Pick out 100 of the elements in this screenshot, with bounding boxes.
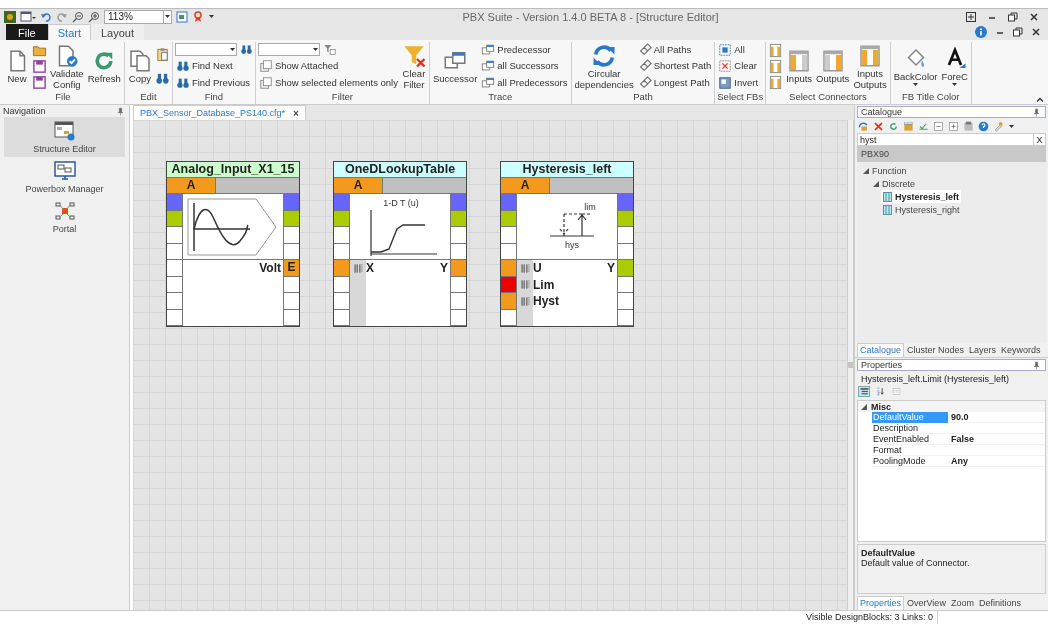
ribbon-button[interactable]: Successor	[431, 49, 479, 84]
expand-all-icon[interactable]	[948, 120, 959, 132]
redo-icon[interactable]	[56, 10, 68, 23]
printer-icon[interactable]	[963, 120, 974, 132]
ribbon-button[interactable]: Clear	[717, 59, 760, 74]
grip-icon[interactable]	[519, 279, 531, 291]
pin-icon[interactable]	[1032, 107, 1041, 117]
connector-port[interactable]	[334, 227, 350, 244]
categorized-icon[interactable]	[858, 385, 870, 397]
ribbon-button[interactable]: Outputs	[815, 49, 851, 84]
ribbon-button[interactable]: Find Previous	[174, 75, 253, 90]
pin-icon[interactable]	[116, 106, 125, 116]
clipboard-icon[interactable]	[154, 46, 170, 62]
property-value[interactable]: 90.0	[948, 412, 1045, 423]
restore-icon[interactable]	[1008, 11, 1018, 22]
panel-tab[interactable]: Properties	[857, 596, 905, 610]
ribbon-button[interactable]: all Successors	[480, 59, 569, 74]
binoculars-icon[interactable]	[239, 43, 253, 57]
zoom-out-icon[interactable]	[72, 10, 84, 23]
ribbon-button[interactable]: Circular dependencies	[573, 43, 635, 90]
expanded-arrow-icon[interactable]	[863, 167, 869, 174]
property-value[interactable]: Any	[948, 456, 1045, 467]
property-name[interactable]: Description	[872, 423, 948, 434]
ribbon-award-icon[interactable]	[192, 10, 204, 23]
nav-item[interactable]: Powerbox Manager	[4, 157, 125, 197]
panel-tab[interactable]: Cluster Nodes	[905, 344, 967, 357]
close-icon[interactable]	[1030, 12, 1038, 21]
ribbon-tab[interactable]: Layout	[90, 24, 144, 40]
connector-port[interactable]	[501, 227, 517, 244]
ribbon-button[interactable]: Invert	[717, 75, 760, 90]
grip-icon[interactable]	[352, 262, 364, 274]
ribbon-button[interactable]: Predecessor	[480, 43, 569, 58]
tree-item[interactable]: Function	[861, 164, 909, 177]
splitter-handle[interactable]	[847, 120, 854, 610]
layout-icon[interactable]	[966, 11, 976, 22]
ribbon-button[interactable]: Validate Config	[49, 43, 85, 90]
nav-item[interactable]: Structure Editor	[4, 117, 125, 157]
ribbon-button[interactable]: all Predecessors	[480, 75, 569, 90]
refresh-icon[interactable]	[888, 120, 899, 132]
ribbon-button[interactable]: Find Next	[174, 59, 253, 73]
ribbon-button[interactable]: Longest Path	[636, 75, 713, 90]
nav-item[interactable]: Portal	[4, 197, 125, 237]
function-block[interactable]: Hysteresis_left A lim hys U Y Lim Hyst	[500, 161, 634, 327]
ribbon-button[interactable]: Inputs Outputs	[852, 43, 888, 90]
search-field[interactable]: hyst X	[857, 133, 1046, 146]
sort-alphabetical-icon[interactable]	[874, 385, 886, 397]
ribbon-button[interactable]: BackColor	[892, 46, 939, 87]
ribbon-button[interactable]: Shortest Path	[636, 59, 713, 74]
function-block[interactable]: OneDLookupTable A 1-D T (u) X Y	[333, 161, 467, 327]
function-block[interactable]: Analog_Input_X1_15 A Volt E	[166, 161, 300, 327]
clear-search-button[interactable]: X	[1033, 134, 1045, 145]
ribbon-button[interactable]: New	[4, 49, 30, 84]
ribbon-button[interactable]: Inputs	[785, 49, 814, 84]
ribbon-button[interactable]: ForeC	[940, 46, 969, 87]
window-menu-icon[interactable]	[20, 10, 36, 23]
delete-icon[interactable]	[873, 120, 884, 132]
connector-port[interactable]	[450, 293, 466, 310]
pin-icon[interactable]	[1032, 360, 1041, 370]
info-icon[interactable]	[975, 26, 987, 38]
connector-port[interactable]	[617, 260, 633, 277]
panel-tab[interactable]: Definitions	[976, 597, 1023, 610]
property-value[interactable]: False	[948, 434, 1045, 445]
tree-item[interactable]: Hysteresis_right	[881, 203, 962, 216]
property-name[interactable]: PoolingMode	[872, 456, 948, 467]
connector-port[interactable]	[167, 260, 183, 277]
connector-icon[interactable]	[768, 42, 784, 58]
ribbon-button[interactable]: Refresh	[86, 49, 122, 84]
grip-icon[interactable]	[519, 295, 531, 307]
panel-tab[interactable]: OverView	[905, 597, 948, 610]
ribbon-button[interactable]: All	[717, 43, 760, 58]
ribbon-tab[interactable]: File	[6, 24, 48, 40]
panel-tab[interactable]: Layers	[967, 344, 999, 357]
import-icon[interactable]	[858, 120, 869, 132]
property-name[interactable]: Format	[872, 445, 948, 456]
ribbon-button[interactable]: Show Attached	[257, 59, 399, 73]
collapse-all-icon[interactable]	[933, 120, 944, 132]
binoculars-icon[interactable]	[154, 71, 170, 87]
connector-port[interactable]	[617, 293, 633, 310]
close-tab-button[interactable]: ×	[293, 107, 299, 119]
expanded-arrow-icon[interactable]	[873, 180, 879, 187]
ribbon-button[interactable]: Copy	[126, 49, 153, 84]
undo-icon[interactable]	[40, 10, 52, 23]
zoom-field[interactable]: 113%	[104, 9, 164, 24]
panel-tab[interactable]: Zoom	[948, 597, 976, 610]
property-name[interactable]: EventEnabled	[872, 434, 948, 445]
connector-icon[interactable]	[768, 75, 784, 91]
ribbon-tab[interactable]: Start	[47, 24, 91, 40]
zoom-in-icon[interactable]	[88, 10, 100, 23]
collapse-icon[interactable]	[1036, 97, 1044, 102]
connector-icon[interactable]	[768, 59, 784, 74]
ribbon-button[interactable]: Clear Filter	[400, 43, 427, 90]
connector-port[interactable]: E	[283, 260, 299, 277]
connector-port[interactable]	[617, 227, 633, 244]
tree-item[interactable]: Discrete	[871, 177, 917, 190]
connector-port[interactable]	[450, 227, 466, 244]
connector-port[interactable]	[334, 293, 350, 310]
connector-port[interactable]	[283, 227, 299, 244]
fit-view-icon[interactable]	[176, 10, 188, 23]
filter-combo[interactable]	[174, 43, 237, 57]
grip-icon[interactable]	[519, 262, 531, 274]
